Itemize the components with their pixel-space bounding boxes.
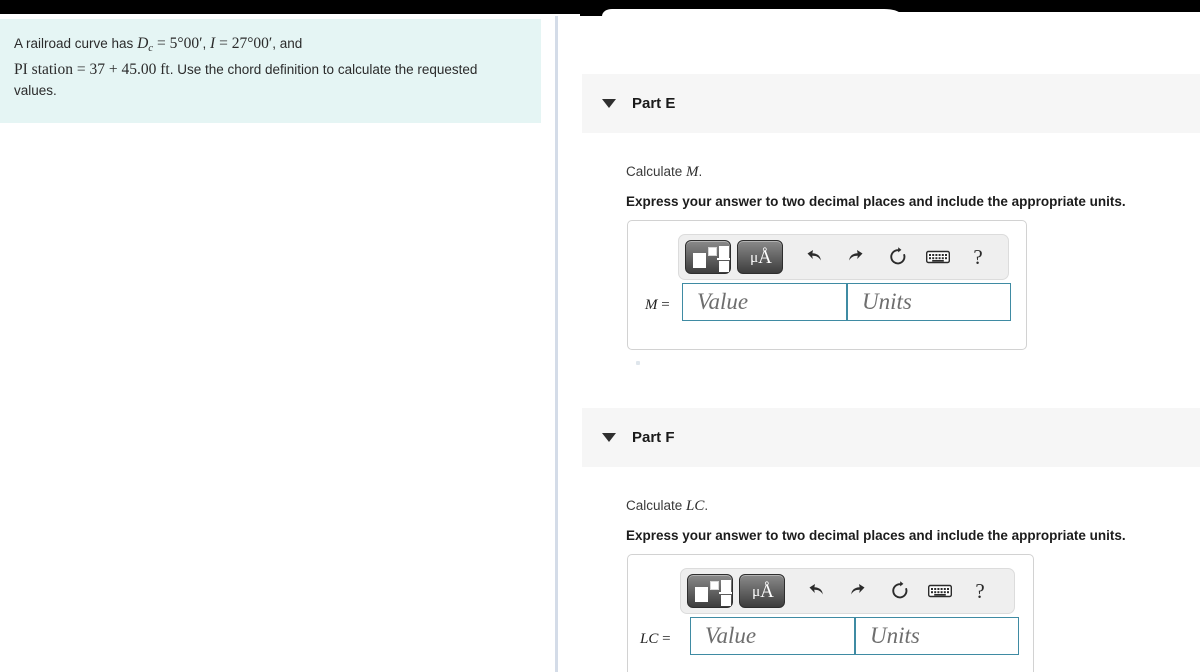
units-placeholder-e: Units <box>862 289 912 314</box>
part-prompt-f: Calculate LC. <box>626 498 708 515</box>
part-header-f[interactable]: Part F <box>582 408 1200 467</box>
pi-station-value: 37 + 45.00 ft <box>89 61 170 78</box>
chevron-down-icon[interactable] <box>602 433 616 442</box>
units-placeholder-f: Units <box>870 623 920 648</box>
units-button-f[interactable]: μÅ <box>739 574 785 608</box>
units-input-e[interactable]: Units <box>847 283 1011 321</box>
value-input-e[interactable]: Value <box>682 283 847 321</box>
help-icon-f[interactable]: ? <box>965 574 995 608</box>
help-icon-e[interactable]: ? <box>963 240 993 274</box>
comma-1: , <box>202 36 211 51</box>
answer-pane: Part E Calculate M. Express your answer … <box>558 16 1200 672</box>
math-template-button-e[interactable] <box>685 240 731 274</box>
equation-variable-e: M <box>645 297 658 313</box>
i-equals: = <box>215 35 232 52</box>
part-title-f: Part F <box>632 429 675 446</box>
part-header-e[interactable]: Part E <box>582 74 1200 133</box>
reset-icon-f[interactable] <box>883 574 917 608</box>
equation-equals-e: = <box>657 297 670 313</box>
part-prompt-e: Calculate M. <box>626 164 702 181</box>
prompt-prefix-f: Calculate <box>626 498 687 513</box>
undo-icon-e[interactable] <box>797 240 831 274</box>
redo-icon-e[interactable] <box>839 240 873 274</box>
pi-station-label: PI station <box>14 61 73 78</box>
chevron-down-icon[interactable] <box>602 99 616 108</box>
value-placeholder-e: Value <box>697 289 749 314</box>
pi-equals: = <box>73 61 90 78</box>
prompt-suffix-e: . <box>698 164 703 179</box>
prompt-prefix-e: Calculate <box>626 164 687 179</box>
answer-box-e: μÅ ? M = Value Units <box>627 220 1027 350</box>
i-value: 27°00′ <box>231 35 273 52</box>
dc-symbol: Dc <box>137 35 154 54</box>
dc-equals: = <box>153 35 170 52</box>
math-toolbar-e: μÅ ? <box>678 234 1009 280</box>
units-button-label-e: μÅ <box>750 247 772 268</box>
keyboard-icon-f[interactable] <box>925 574 955 608</box>
keyboard-icon-e[interactable] <box>923 240 953 274</box>
units-input-f[interactable]: Units <box>855 617 1019 655</box>
part-instruction-e: Express your answer to two decimal place… <box>626 194 1126 209</box>
units-button-e[interactable]: μÅ <box>737 240 783 274</box>
problem-pane: A railroad curve has Dc = 5°00′, I = 27°… <box>0 16 541 672</box>
equation-label-f: LC = <box>640 631 671 648</box>
redo-icon-f[interactable] <box>841 574 875 608</box>
value-input-f[interactable]: Value <box>690 617 855 655</box>
prompt-variable-f: LC <box>686 498 705 514</box>
part-title-e: Part E <box>632 95 676 112</box>
prompt-variable-e: M <box>686 164 699 180</box>
page-root: A railroad curve has Dc = 5°00′, I = 27°… <box>0 0 1200 672</box>
resize-dot-e <box>636 361 640 365</box>
undo-icon-f[interactable] <box>799 574 833 608</box>
answer-box-f: μÅ ? LC = Value Units <box>627 554 1034 672</box>
units-button-label-f: μÅ <box>752 581 774 602</box>
prompt-suffix-f: . <box>704 498 709 513</box>
equation-equals-f: = <box>658 631 671 647</box>
problem-statement-box: A railroad curve has Dc = 5°00′, I = 27°… <box>0 19 541 123</box>
problem-intro: A railroad curve has <box>14 36 138 51</box>
browser-chrome-strip <box>0 0 1200 16</box>
and-text: , and <box>272 36 303 51</box>
equation-variable-f: LC <box>640 631 659 647</box>
part-instruction-f: Express your answer to two decimal place… <box>626 528 1126 543</box>
dc-value: 5°00′ <box>169 35 203 52</box>
value-placeholder-f: Value <box>705 623 757 648</box>
math-template-button-f[interactable] <box>687 574 733 608</box>
equation-label-e: M = <box>645 297 670 314</box>
math-toolbar-f: μÅ ? <box>680 568 1015 614</box>
problem-statement-text: A railroad curve has Dc = 5°00′, I = 27°… <box>14 33 514 101</box>
reset-icon-e[interactable] <box>881 240 915 274</box>
